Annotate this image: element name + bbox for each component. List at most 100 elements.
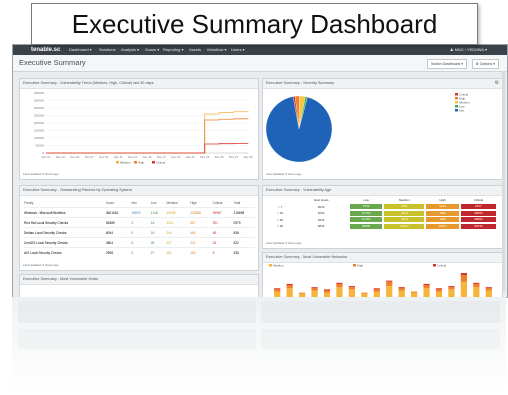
x-tick-label: Dec 21 <box>186 155 195 159</box>
nav-reporting[interactable]: Reporting ▾ <box>163 45 183 55</box>
low-cell[interactable]: 12764 <box>349 217 383 223</box>
nav-analysis[interactable]: Analysis ▾ <box>121 45 139 55</box>
info-cell: 0 <box>130 237 150 248</box>
table-row[interactable]: Debian Local Security Checks 6094 0 16 2… <box>23 227 255 238</box>
info-cell: 10570 <box>130 207 150 218</box>
table-row[interactable]: CentOS Local Security Checks 4804 0 28 2… <box>23 237 255 248</box>
bar-high <box>299 292 306 294</box>
y-tick-label: 150000 <box>34 129 44 133</box>
bar-medium <box>348 289 355 297</box>
vuln-trend-chart: 0500001000001500002000002500003000003500… <box>34 91 253 164</box>
low-cell[interactable]: 12764 <box>349 210 383 216</box>
low-cell: 28 <box>149 237 166 248</box>
x-tick-label: Dec 27 <box>229 155 238 159</box>
low-cell[interactable]: 6702 <box>349 204 383 210</box>
panel-settings-icon[interactable]: ⚙ <box>495 80 499 86</box>
x-tick-label: Dec 05 <box>70 155 79 159</box>
critical-cell[interactable]: 33744 <box>460 223 496 229</box>
vuln-trend-panel: Executive Summary - Vulnerability Trend … <box>19 78 259 180</box>
critical-cell[interactable]: 49662 <box>460 217 496 223</box>
high-cell[interactable]: 1201 <box>426 204 459 210</box>
high-cell[interactable]: 1981 <box>426 217 459 223</box>
family-cell: Debian Local Security Checks <box>23 227 105 238</box>
screenshot-reflection <box>12 297 506 395</box>
scrollbar[interactable] <box>502 71 505 291</box>
severity-updated: Last Updated: 9 hours ago <box>266 172 302 176</box>
nav-workflow[interactable]: Workflow ▾ <box>207 45 227 55</box>
x-tick-label: Dec 17 <box>157 155 166 159</box>
critical-cell[interactable]: 2217 <box>460 204 496 210</box>
bar-medium <box>386 286 393 297</box>
medium-cell: 244 <box>165 227 190 238</box>
nav-scans[interactable]: Scans ▾ <box>145 45 159 55</box>
bar-high <box>274 289 281 292</box>
bar-critical <box>398 287 405 289</box>
bar-critical <box>435 288 443 290</box>
vuln-trend-updated: Last Updated: 9 hours ago <box>23 172 59 176</box>
legend-swatch <box>455 101 458 104</box>
legend-swatch <box>455 105 458 108</box>
medium-cell[interactable]: 4413 <box>384 217 425 223</box>
bar-high <box>448 287 455 290</box>
low-cell[interactable]: 39666 <box>349 223 383 229</box>
col-total: Total <box>233 200 241 205</box>
high-cell[interactable]: 1981 <box>426 210 459 216</box>
table-row[interactable]: AIX Local Security Checks 2998 0 27 161 … <box>23 247 255 257</box>
banner-text: Executive Summary Dashboard <box>71 9 438 39</box>
bar-high <box>423 285 430 289</box>
nav-users[interactable]: Users ▾ <box>231 45 245 55</box>
app-logo[interactable]: tenable.sc <box>31 45 60 55</box>
series-line-medium <box>46 111 249 154</box>
bar-high <box>323 290 331 293</box>
score-cell: 96389 <box>104 217 131 228</box>
nav-assets[interactable]: Assets <box>189 45 201 55</box>
legend-swatch <box>433 264 436 267</box>
user-menu[interactable]: ♟ MNC / YEDMNA ▾ <box>450 45 487 55</box>
legend-swatch <box>455 97 458 100</box>
x-tick-label: Dec 11 <box>114 155 123 159</box>
table-row[interactable]: Windows : Microsoft Bulletins 3601616 10… <box>23 207 255 218</box>
y-tick-label: 100000 <box>34 136 44 140</box>
bar-medium <box>473 287 480 297</box>
x-tick-label: Dec 23 <box>200 155 209 159</box>
x-tick-label: Dec 09 <box>99 155 108 159</box>
legend-swatch <box>455 109 458 112</box>
table-row[interactable]: Red Hat Local Security Checks 96389 0 16… <box>23 217 255 228</box>
bar-critical <box>348 286 355 288</box>
bar-high <box>386 281 393 287</box>
bar-high <box>411 291 418 293</box>
bar-high <box>398 288 405 291</box>
options-button[interactable]: ⚙ Options ▾ <box>471 59 499 69</box>
dashboard-screenshot: tenable.sc Dashboard ▾ Solutions Analysi… <box>12 44 508 298</box>
medium-cell[interactable]: 12004 <box>384 223 425 229</box>
info-cell: 0 <box>130 217 150 228</box>
legend-label: Critical <box>156 160 166 164</box>
most-vuln-hosts-panel: Executive Summary - Most Vulnerable Host… <box>19 274 259 297</box>
critical-cell[interactable]: 49662 <box>460 210 496 216</box>
bar-high <box>361 292 368 294</box>
most-vuln-hosts-title: Executive Summary - Most Vulnerable Host… <box>20 275 258 285</box>
high-cell[interactable]: 10971 <box>426 223 459 229</box>
medium-cell[interactable]: 4413 <box>384 210 425 216</box>
family-cell: Windows : Microsoft Bulletins <box>23 207 105 218</box>
medium-cell[interactable]: 2311 <box>384 204 425 210</box>
nav-solutions[interactable]: Solutions <box>99 45 115 55</box>
page-header: Executive Summary Switch Dashboard ▾ ⚙ O… <box>13 55 507 72</box>
patches-updated: Last Updated: 9 hours ago <box>23 263 59 267</box>
networks-bar-chart: Medium High Critical <box>269 263 492 297</box>
x-tick-label: Dec 29 <box>244 155 253 159</box>
total-cell: 2979 <box>232 217 255 228</box>
bar-high <box>286 285 293 289</box>
bar-critical <box>485 287 492 289</box>
table-row[interactable]: > 90 5844 39666 12004 10971 33744 <box>267 223 497 230</box>
low-cell: 1148 <box>149 207 166 218</box>
critical-cell: 9 <box>211 247 233 257</box>
severity-title: Executive Summary - Severity Summary <box>263 79 502 89</box>
high-cell: 225368 <box>189 207 212 218</box>
x-tick-label: Dec 13 <box>128 155 137 159</box>
x-tick-label: Dec 25 <box>215 155 224 159</box>
nav-dashboard[interactable]: Dashboard ▾ <box>69 45 92 55</box>
hosts-cell: 5844 <box>317 224 325 229</box>
high-cell: 567 <box>189 217 212 228</box>
switch-dashboard-button[interactable]: Switch Dashboard ▾ <box>427 59 467 69</box>
